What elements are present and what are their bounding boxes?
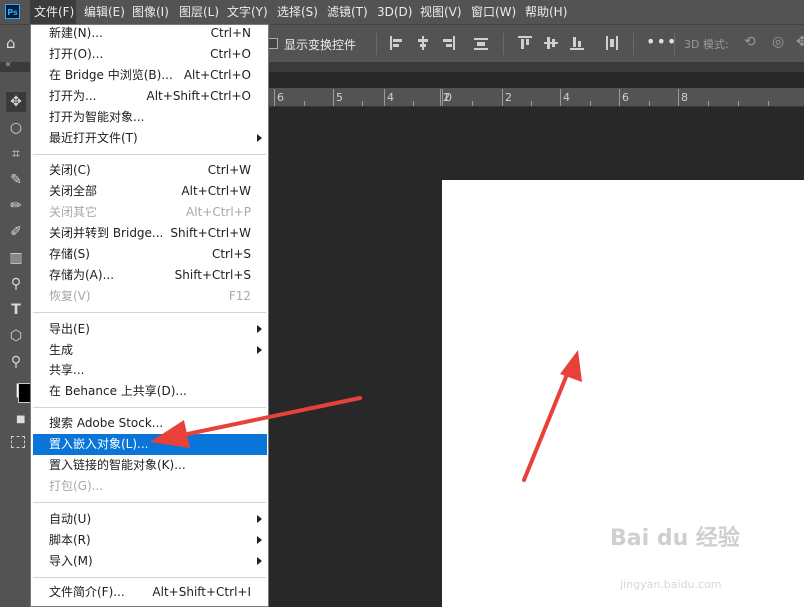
arrow-to-menu-item — [150, 396, 362, 448]
annotation-arrows — [150, 350, 582, 482]
arrow-to-canvas — [522, 350, 582, 482]
